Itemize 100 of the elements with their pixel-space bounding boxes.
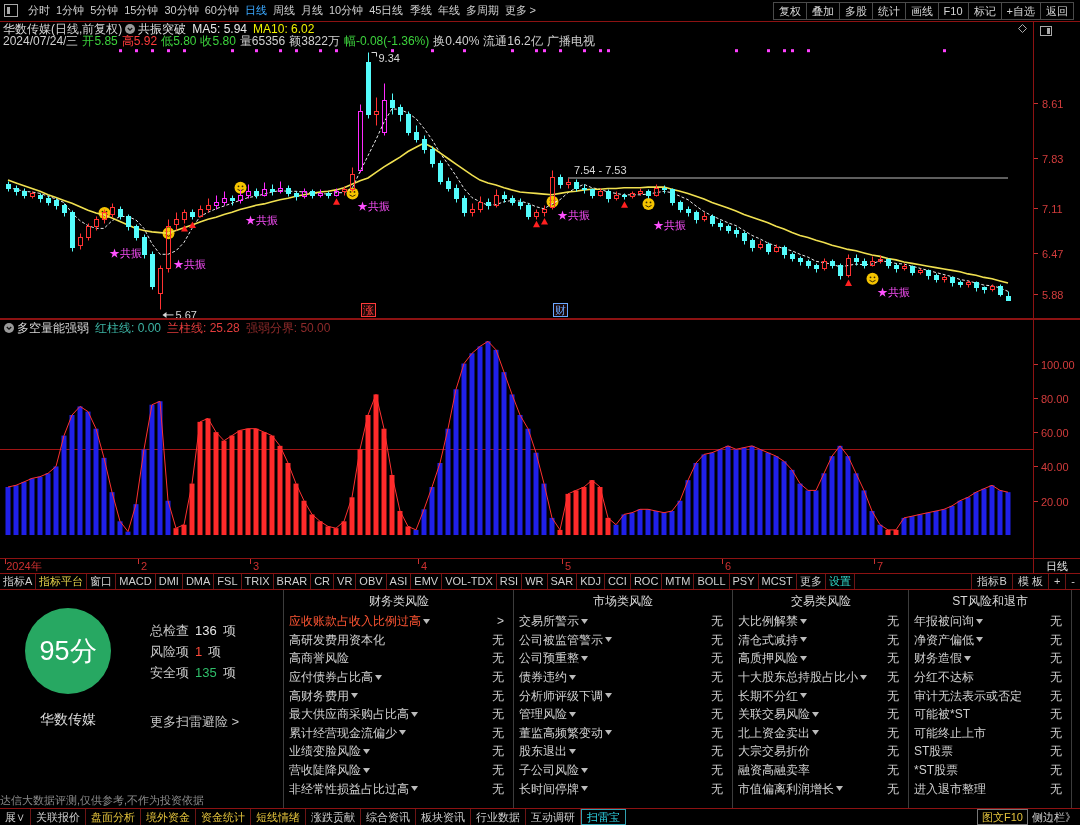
risk-item[interactable]: 长期不分红 — [738, 688, 798, 703]
risk-item[interactable]: 北上资金卖出 — [738, 725, 810, 740]
indicator-tab[interactable]: MACD — [116, 574, 156, 589]
risk-item[interactable]: 长时间停牌 — [519, 781, 579, 796]
risk-item[interactable]: 应付债券占比高 — [289, 670, 373, 685]
risk-item[interactable]: 大宗交易折价 — [738, 744, 810, 759]
event-marker[interactable]: 财 — [553, 303, 568, 317]
toolbar-button[interactable]: +自选 — [1000, 1, 1041, 20]
risk-item[interactable]: 最大供应商采购占比高 — [289, 707, 409, 722]
caret-down-icon[interactable] — [812, 730, 819, 736]
risk-item[interactable]: 高财务费用 — [289, 688, 349, 703]
caret-down-icon[interactable] — [976, 618, 983, 624]
indicator-tab[interactable]: 指标B — [971, 574, 1012, 589]
indicator-tab[interactable]: VOL-TDX — [442, 574, 497, 589]
toolbar-button[interactable]: 统计 — [871, 1, 906, 20]
risk-item[interactable]: 分析师评级下调 — [519, 688, 603, 703]
indicator-tab[interactable]: SAR — [547, 574, 578, 589]
bottom-tab[interactable]: 关联报价 — [31, 809, 86, 825]
bottom-tab[interactable]: 境外资金 — [141, 809, 196, 825]
caret-down-icon[interactable] — [860, 674, 867, 680]
caret-down-icon[interactable] — [800, 637, 807, 643]
risk-item[interactable]: 高研发费用资本化 — [289, 632, 385, 647]
toolbar-button[interactable]: 复权 — [772, 1, 807, 20]
chevron-circle-icon[interactable] — [4, 322, 14, 333]
caret-down-icon[interactable] — [581, 656, 588, 661]
bottom-tab[interactable]: 综合资讯 — [361, 809, 416, 825]
period-tab[interactable]: 月线 — [298, 0, 326, 21]
caret-down-icon[interactable] — [605, 693, 612, 699]
toolbar-button[interactable]: 多股 — [838, 1, 873, 20]
caret-down-icon[interactable] — [569, 674, 576, 680]
indicator-tab[interactable]: MTM — [662, 574, 695, 589]
caret-down-icon[interactable] — [363, 767, 370, 773]
bottom-tab[interactable]: 图文F10 — [977, 809, 1028, 825]
risk-item[interactable]: 业绩变脸风险 — [289, 744, 361, 759]
toolbar-button[interactable]: 叠加 — [805, 1, 840, 20]
risk-item[interactable]: 公司预重整 — [519, 651, 579, 666]
toolbar-button[interactable]: F10 — [937, 1, 969, 20]
indicator-tab[interactable]: DMI — [155, 574, 183, 589]
risk-item[interactable]: 交易所警示 — [519, 614, 579, 629]
risk-item[interactable]: 进入退市整理 — [914, 781, 986, 796]
risk-item[interactable]: 市值偏离利润增长 — [738, 781, 834, 796]
caret-down-icon[interactable] — [351, 693, 358, 699]
caret-down-icon[interactable] — [399, 730, 406, 736]
bottom-tab[interactable]: 侧边栏》 — [1028, 809, 1080, 825]
panel-icon[interactable] — [4, 4, 18, 17]
period-tab[interactable]: 15分钟 — [121, 0, 162, 21]
indicator-tab[interactable]: VR — [334, 574, 357, 589]
risk-item[interactable]: *ST股票 — [914, 763, 958, 778]
risk-item[interactable]: 累计经营现金流偏少 — [289, 725, 397, 740]
risk-item[interactable]: 高质押风险 — [738, 651, 798, 666]
risk-item[interactable]: 公司被监管警示 — [519, 632, 603, 647]
caret-down-icon[interactable] — [363, 748, 370, 754]
risk-item[interactable]: 财务造假 — [914, 651, 962, 666]
bottom-tab[interactable]: 行业数据 — [471, 809, 526, 825]
indicator-tab[interactable]: + — [1047, 574, 1066, 589]
bottom-tab[interactable]: 短线情绪 — [251, 809, 306, 825]
risk-item[interactable]: 十大股东总持股占比小 — [738, 670, 858, 685]
caret-down-icon[interactable] — [976, 637, 983, 643]
indicator-tab[interactable]: ROC — [630, 574, 663, 589]
risk-item[interactable]: 清仓式减持 — [738, 632, 798, 647]
indicator-tab[interactable]: CR — [311, 574, 335, 589]
period-tab[interactable]: 分时 — [25, 0, 53, 21]
caret-down-icon[interactable] — [581, 767, 588, 773]
risk-item[interactable]: 可能被*ST — [914, 707, 970, 722]
period-tab[interactable]: 1分钟 — [53, 0, 88, 21]
bottom-tab[interactable]: 互动调研 — [526, 809, 581, 825]
event-marker[interactable]: 涨 — [361, 303, 376, 317]
bottom-tab[interactable]: 展∨ — [0, 809, 31, 825]
risk-item[interactable]: 子公司风险 — [519, 763, 579, 778]
indicator-tab[interactable]: DMA — [182, 574, 215, 589]
caret-down-icon[interactable] — [423, 618, 430, 624]
bottom-tab[interactable]: 资金统计 — [196, 809, 251, 825]
period-tab[interactable]: 60分钟 — [201, 0, 242, 21]
indicator-tab[interactable]: PSY — [729, 574, 759, 589]
indicator-tab[interactable]: 窗口 — [87, 574, 117, 589]
caret-down-icon[interactable] — [812, 711, 819, 717]
indicator-tab[interactable]: 设置 — [825, 574, 855, 589]
caret-down-icon[interactable] — [411, 786, 418, 792]
risk-item[interactable]: 大比例解禁 — [738, 614, 798, 629]
indicator-tab[interactable]: - — [1065, 574, 1080, 589]
caret-down-icon[interactable] — [800, 656, 807, 661]
toolbar-button[interactable]: 画线 — [904, 1, 939, 20]
period-tab[interactable]: 季线 — [406, 0, 435, 21]
caret-down-icon[interactable] — [581, 618, 588, 624]
risk-item[interactable]: 营收陡降风险 — [289, 763, 361, 778]
risk-item[interactable]: 净资产偏低 — [914, 632, 974, 647]
period-tab[interactable]: 45日线 — [366, 0, 407, 21]
indicator-tab[interactable]: MCST — [758, 574, 797, 589]
caret-down-icon[interactable] — [605, 730, 612, 736]
chevron-circle-icon[interactable] — [125, 23, 136, 34]
period-tab[interactable]: 多周期 — [462, 0, 502, 21]
indicator-tab[interactable]: RSI — [496, 574, 523, 589]
caret-down-icon[interactable] — [375, 674, 382, 680]
panel-icon[interactable] — [1040, 26, 1052, 36]
risk-item[interactable]: 审计无法表示或否定 — [914, 688, 1022, 703]
indicator-tab[interactable]: ASI — [386, 574, 412, 589]
indicator-tab[interactable]: OBV — [356, 574, 387, 589]
indicator-tab[interactable]: BRAR — [273, 574, 312, 589]
risk-item[interactable]: 关联交易风险 — [738, 707, 810, 722]
bottom-tab[interactable]: 涨跌贡献 — [306, 809, 361, 825]
